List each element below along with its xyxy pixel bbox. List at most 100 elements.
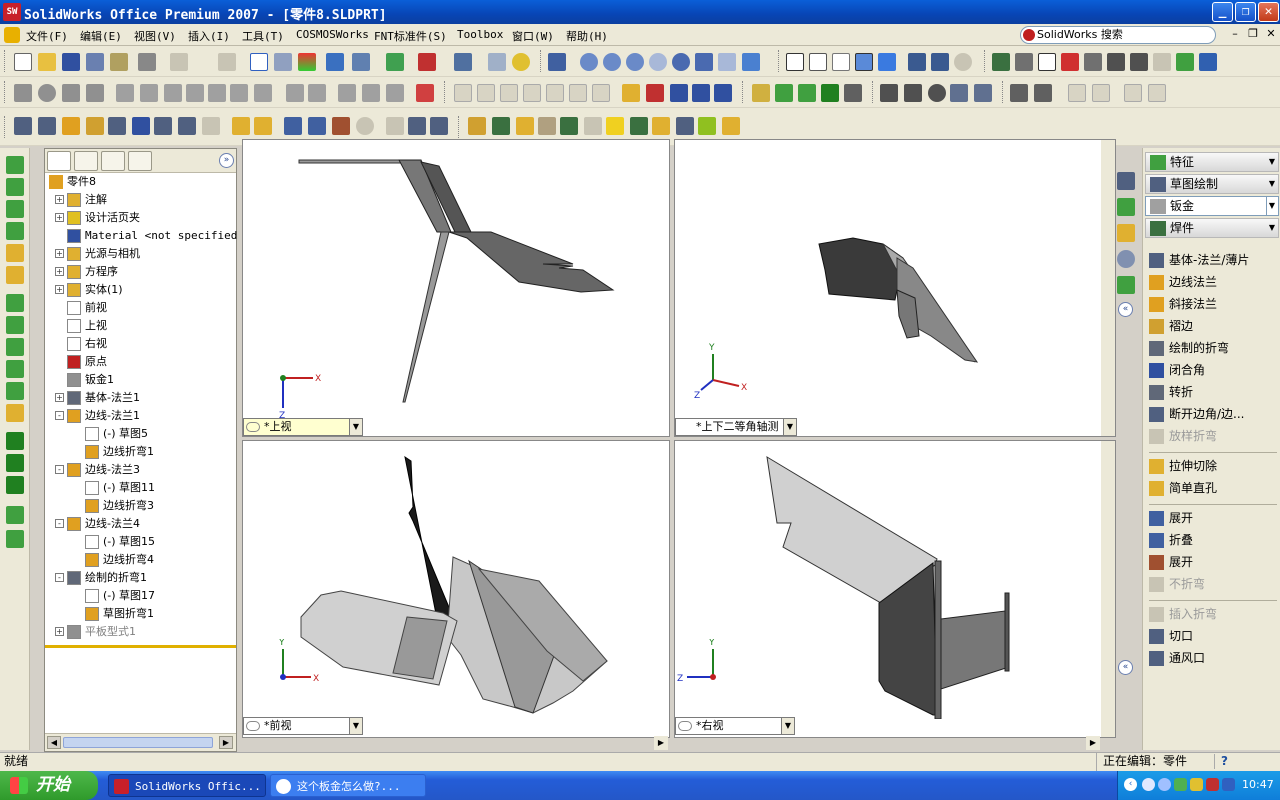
rip-tool-icon[interactable] — [408, 117, 426, 135]
collapse-icon[interactable]: - — [55, 573, 64, 582]
home-icon[interactable] — [1117, 172, 1135, 190]
cmd-tab-sketch[interactable]: 草图绘制 ▼ — [1145, 174, 1279, 194]
sketched-bend-tool-icon[interactable] — [108, 117, 126, 135]
appearance-icon[interactable] — [1199, 53, 1217, 71]
chevron-down-icon[interactable]: ▼ — [781, 718, 794, 734]
tray-antivirus-icon[interactable] — [1206, 778, 1219, 791]
realview-icon[interactable] — [954, 53, 972, 71]
fnt-tool-1-icon[interactable] — [1010, 84, 1028, 102]
pattern-tool-icon[interactable] — [338, 84, 356, 102]
extrude-boss-icon[interactable] — [6, 156, 24, 174]
table-icon[interactable] — [714, 84, 732, 102]
shaded-with-edges-icon[interactable] — [855, 53, 873, 71]
cmd-tab-weldments[interactable]: 焊件 ▼ — [1145, 218, 1279, 238]
feature-tree-tab[interactable] — [47, 151, 71, 171]
menu-window[interactable]: 窗口(W) — [512, 28, 554, 44]
app-icon[interactable]: SW — [3, 3, 21, 21]
cmd-item[interactable]: 通风口 — [1149, 648, 1279, 668]
cmd-item[interactable]: 褶边 — [1149, 316, 1279, 336]
search-icon[interactable] — [1117, 250, 1135, 268]
viewport-bottom-right[interactable]: Y Z *右视 ▼ — [674, 440, 1116, 738]
collapse-icon[interactable]: - — [55, 411, 64, 420]
scroll-right-arrow[interactable]: ▶ — [1086, 736, 1100, 750]
weldment-8-icon[interactable] — [630, 117, 648, 135]
cmd-item[interactable]: 简单直孔 — [1149, 478, 1279, 498]
undo-icon[interactable] — [170, 53, 188, 71]
section-properties-icon[interactable] — [798, 84, 816, 102]
tree-item[interactable]: 边线折弯1 — [49, 443, 236, 461]
doc-close-button[interactable]: ✕ — [1264, 27, 1278, 41]
menu-fnt[interactable]: FNT标准件(S) — [374, 28, 447, 44]
viewport-vertical-scrollbar[interactable] — [1101, 441, 1115, 737]
search-input[interactable]: SolidWorks 搜索 — [1020, 26, 1216, 44]
centerline-tool-icon[interactable] — [140, 84, 158, 102]
menu-file[interactable]: 文件(F) — [26, 28, 68, 44]
lights-icon[interactable] — [1084, 53, 1102, 71]
tree-item[interactable]: 右视 — [49, 335, 236, 353]
flatten-tool-icon[interactable] — [332, 117, 350, 135]
weldment-3-icon[interactable] — [516, 117, 534, 135]
macro-edit-icon[interactable] — [974, 84, 992, 102]
vent-tool-icon[interactable] — [430, 117, 448, 135]
offset-tool-icon[interactable] — [186, 84, 204, 102]
cut-revolve-icon[interactable] — [6, 266, 24, 284]
open-icon[interactable] — [38, 53, 56, 71]
weldment-12-icon[interactable] — [722, 117, 740, 135]
viewport-top-left[interactable]: X Z *上视 ▼ — [242, 139, 670, 437]
wireframe-icon[interactable] — [786, 53, 804, 71]
expand-icon[interactable]: + — [55, 285, 64, 294]
hidden-lines-visible-icon[interactable] — [809, 53, 827, 71]
hidden-lines-removed-icon[interactable] — [832, 53, 850, 71]
cmd-item[interactable]: 转折 — [1149, 382, 1279, 402]
start-button[interactable]: 开始 — [0, 771, 98, 800]
weldment-6-icon[interactable] — [584, 117, 602, 135]
select-filter-icon[interactable] — [274, 53, 292, 71]
cmd-tab-sheet-metal[interactable]: 钣金 ▼ — [1145, 196, 1279, 216]
task-browser[interactable]: 这个板金怎么做?... — [270, 774, 426, 797]
jog-tool-icon[interactable] — [154, 117, 172, 135]
tree-item[interactable]: Material <not specified> — [49, 227, 244, 245]
miter-flange-tool-icon[interactable] — [62, 117, 80, 135]
minimize-button[interactable]: _ — [1212, 2, 1233, 22]
tree-item[interactable]: 上视 — [49, 317, 236, 335]
zoom-to-area-icon[interactable] — [603, 53, 621, 71]
doc-minimize-button[interactable]: – — [1228, 27, 1242, 41]
options-icon[interactable] — [110, 53, 128, 71]
chamfer-icon[interactable] — [6, 316, 24, 334]
line-tool-icon[interactable] — [14, 84, 32, 102]
tree-item[interactable]: + 注解 — [49, 191, 236, 209]
extend-tool-icon[interactable] — [230, 84, 248, 102]
collapse-icon[interactable]: - — [55, 465, 64, 474]
task-solidworks[interactable]: SolidWorks Offic... — [108, 774, 266, 797]
cmd-item[interactable]: 拉伸切除 — [1149, 456, 1279, 476]
chevron-down-icon[interactable]: ▼ — [783, 419, 796, 435]
circle-tool-icon[interactable] — [38, 84, 56, 102]
scroll-right-arrow[interactable]: ▶ — [654, 736, 668, 750]
rectangle-tool-icon[interactable] — [116, 84, 134, 102]
window-layout-icon[interactable] — [454, 53, 472, 71]
tray-app-icon[interactable] — [1142, 778, 1155, 791]
sketch-tools-icon[interactable] — [352, 53, 370, 71]
tree-item[interactable]: - 边线-法兰3 — [49, 461, 236, 479]
mass-properties-icon[interactable] — [775, 84, 793, 102]
weldment-5-icon[interactable] — [560, 117, 578, 135]
circular-pattern-icon[interactable] — [6, 454, 24, 472]
macro-run-icon[interactable] — [880, 84, 898, 102]
zoom-to-fit-icon[interactable] — [580, 53, 598, 71]
cmd-item[interactable]: 折叠 — [1149, 530, 1279, 550]
balloon-icon[interactable] — [646, 84, 664, 102]
reference-geometry-icon[interactable] — [6, 506, 24, 524]
tree-item[interactable]: 前视 — [49, 299, 236, 317]
roll-view-icon[interactable] — [718, 53, 736, 71]
view-selector-right[interactable]: *右视 ▼ — [675, 717, 795, 735]
design-library-icon[interactable] — [1117, 198, 1135, 216]
print-icon[interactable] — [138, 53, 156, 71]
file-explorer-icon[interactable] — [1117, 224, 1135, 242]
print-preview-icon[interactable] — [86, 53, 104, 71]
save-icon[interactable] — [62, 53, 80, 71]
base-flange-tool-icon[interactable] — [14, 117, 32, 135]
viewport-top-right[interactable]: Y X Z *上下二等角轴测 ▼ — [674, 139, 1116, 437]
trim-tool-icon[interactable] — [208, 84, 226, 102]
fold-tool-icon[interactable] — [308, 117, 326, 135]
display-manager-tab[interactable] — [128, 151, 152, 171]
